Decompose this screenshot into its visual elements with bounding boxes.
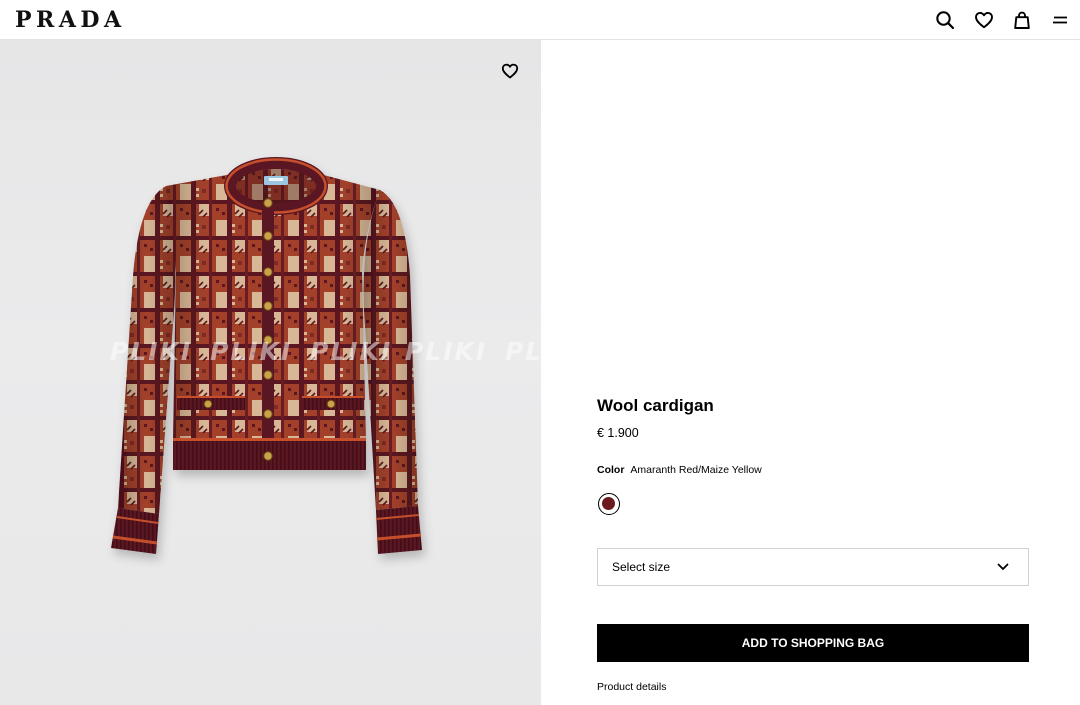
heart-icon <box>501 63 519 79</box>
cardigan-button <box>263 301 273 311</box>
size-select[interactable]: Select size <box>597 548 1029 586</box>
cardigan-button <box>263 451 273 461</box>
search-icon-graphic <box>936 11 955 30</box>
product-gallery: PLIKI PLIKI PLIKI PLIKI PLIKI <box>0 40 541 705</box>
heart-icon[interactable] <box>974 10 994 30</box>
product-price: € 1.900 <box>597 426 639 440</box>
watermark-text: PLIKI <box>110 337 193 366</box>
watermark-text: PLIKI <box>505 337 541 366</box>
product-page: PRADA PLIKI PLIKI PLIKI PLIKI PL Wool ca… <box>0 0 1080 705</box>
cardigan-button <box>263 198 273 208</box>
search-icon[interactable] <box>935 10 955 30</box>
right-pocket-stripe <box>302 396 364 398</box>
site-header: PRADA <box>0 0 1080 40</box>
cardigan-button <box>263 370 273 380</box>
color-label: Color <box>597 464 625 476</box>
chevron-down-icon <box>997 562 1009 572</box>
bag-icon[interactable] <box>1012 10 1032 30</box>
prada-logo[interactable]: PRADA <box>15 7 126 33</box>
menu-icon-graphic <box>1053 16 1067 24</box>
chevron-down-icon-graphic <box>997 563 1009 570</box>
left-pocket-stripe <box>177 396 245 398</box>
cardigan-button <box>263 409 273 419</box>
add-to-bag-button[interactable]: ADD TO SHOPPING BAG <box>597 624 1029 662</box>
product-title: Wool cardigan <box>597 396 714 415</box>
color-swatch-fill <box>602 497 615 510</box>
wishlist-heart-icon[interactable] <box>501 62 519 80</box>
product-image <box>111 157 422 554</box>
heart-icon-graphic <box>975 11 993 29</box>
color-info: Color Amaranth Red/Maize Yellow <box>597 464 762 477</box>
left-cuff <box>111 508 159 554</box>
watermark-text: PLIKI <box>210 337 293 366</box>
right-sleeve <box>363 190 422 554</box>
bag-icon-graphic <box>1014 11 1030 29</box>
hem-stripe <box>173 438 366 441</box>
right-cuff <box>376 506 422 554</box>
product-details-link[interactable]: Product details <box>597 681 666 694</box>
watermark-text: PLIKI <box>310 337 393 366</box>
brand-label-mark <box>269 178 283 181</box>
left-sleeve <box>111 186 176 554</box>
watermark: PLIKI PLIKI PLIKI PLIKI PLIKI <box>0 337 541 367</box>
cardigan-body <box>166 157 380 470</box>
pocket-button <box>326 399 336 409</box>
menu-icon[interactable] <box>1050 10 1070 30</box>
cardigan-button <box>263 231 273 241</box>
watermark-text: PLIKI <box>405 337 488 366</box>
color-swatch[interactable] <box>598 493 620 515</box>
pocket-button <box>203 399 213 409</box>
color-value: Amaranth Red/Maize Yellow <box>630 464 762 476</box>
size-select-label: Select size <box>612 560 671 574</box>
cardigan-button <box>263 267 273 277</box>
